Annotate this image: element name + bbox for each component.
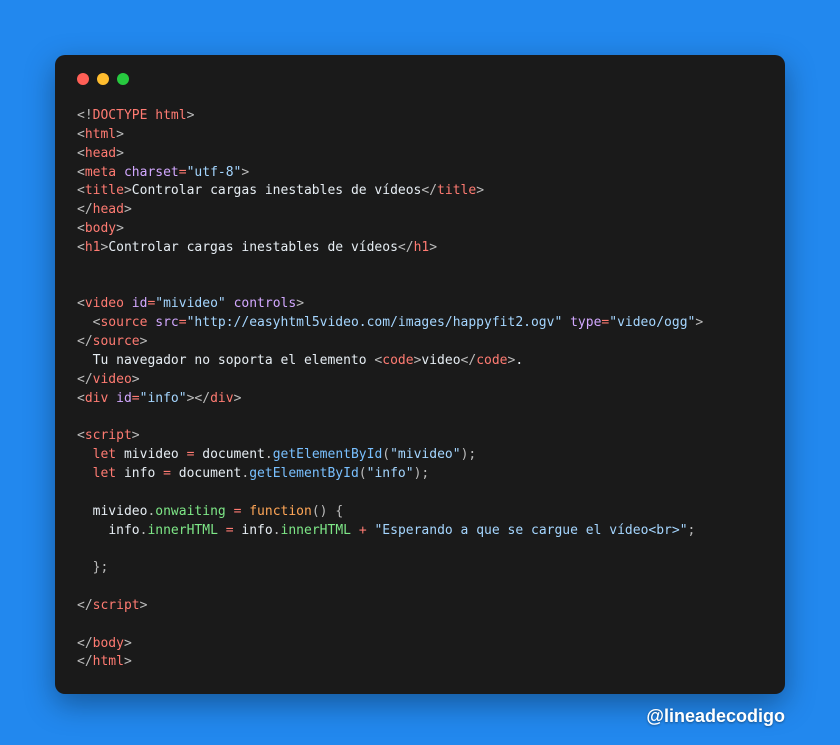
code-line: </video>: [77, 371, 763, 390]
code-line: <video id="mivideo" controls>: [77, 295, 763, 314]
code-line: <meta charset="utf-8">: [77, 164, 763, 183]
code-line: info.innerHTML = info.innerHTML + "Esper…: [77, 522, 763, 541]
code-window: <!DOCTYPE html><html><head><meta charset…: [55, 55, 785, 694]
code-line: </body>: [77, 635, 763, 654]
close-icon[interactable]: [77, 73, 89, 85]
code-line: [77, 258, 763, 277]
code-block: <!DOCTYPE html><html><head><meta charset…: [77, 107, 763, 672]
code-line: [77, 409, 763, 428]
minimize-icon[interactable]: [97, 73, 109, 85]
code-line: <source src="http://easyhtml5video.com/i…: [77, 314, 763, 333]
code-line: Tu navegador no soporta el elemento <cod…: [77, 352, 763, 371]
code-line: </head>: [77, 201, 763, 220]
window-traffic-lights: [77, 73, 763, 85]
code-line: <head>: [77, 145, 763, 164]
code-line: };: [77, 559, 763, 578]
code-line: [77, 277, 763, 296]
code-line: let info = document.getElementById("info…: [77, 465, 763, 484]
code-line: </html>: [77, 653, 763, 672]
code-line: <h1>Controlar cargas inestables de vídeo…: [77, 239, 763, 258]
code-line: <div id="info"></div>: [77, 390, 763, 409]
code-line: [77, 484, 763, 503]
code-line: </script>: [77, 597, 763, 616]
code-line: let mivideo = document.getElementById("m…: [77, 446, 763, 465]
watermark-label: @lineadecodigo: [55, 706, 785, 727]
code-line: [77, 616, 763, 635]
maximize-icon[interactable]: [117, 73, 129, 85]
code-line: [77, 540, 763, 559]
code-line: <html>: [77, 126, 763, 145]
code-line: mivideo.onwaiting = function() {: [77, 503, 763, 522]
code-line: <title>Controlar cargas inestables de ví…: [77, 182, 763, 201]
code-line: <!DOCTYPE html>: [77, 107, 763, 126]
code-line: [77, 578, 763, 597]
code-line: </source>: [77, 333, 763, 352]
code-line: <body>: [77, 220, 763, 239]
code-line: <script>: [77, 427, 763, 446]
